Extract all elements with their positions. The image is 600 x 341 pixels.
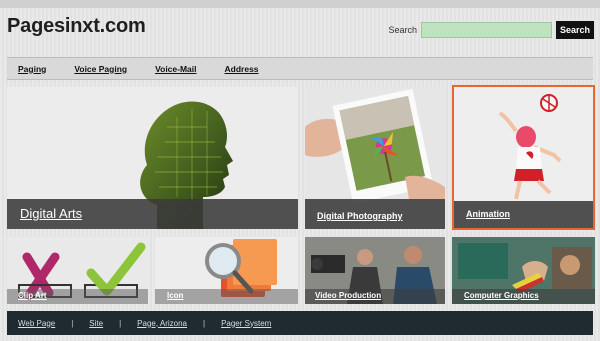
- nav-voice-paging[interactable]: Voice Paging: [74, 64, 127, 74]
- tile-digital-photography-caption[interactable]: Digital Photography: [305, 199, 445, 229]
- top-strip: [0, 0, 600, 8]
- tile-video-production-caption[interactable]: Video Production: [305, 289, 445, 304]
- site-logo[interactable]: Pagesinxt.com: [7, 15, 146, 38]
- tile-computer-graphics[interactable]: Computer Graphics: [452, 237, 595, 304]
- tile-computer-graphics-caption[interactable]: Computer Graphics: [452, 289, 595, 304]
- search-bar: Search Search: [388, 21, 594, 39]
- tile-video-production[interactable]: Video Production: [305, 237, 445, 304]
- tile-digital-photography[interactable]: Digital Photography: [305, 87, 445, 229]
- tile-clip-art-caption[interactable]: Clip Art: [7, 289, 148, 304]
- footer-links: Web Page | Site | Page, Arizona | Pager …: [7, 311, 593, 335]
- footer-link-page-arizona[interactable]: Page, Arizona: [137, 319, 187, 328]
- search-button[interactable]: Search: [556, 21, 594, 39]
- tile-clip-art[interactable]: Clip Art: [7, 237, 148, 304]
- search-input[interactable]: [421, 22, 552, 38]
- nav-paging[interactable]: Paging: [18, 64, 46, 74]
- tile-digital-arts[interactable]: Digital Arts: [7, 87, 298, 229]
- main-nav: Paging Voice Paging Voice-Mail Address: [7, 57, 593, 80]
- nav-address[interactable]: Address: [225, 64, 259, 74]
- nav-voice-mail[interactable]: Voice-Mail: [155, 64, 196, 74]
- tile-icon[interactable]: Icon: [155, 237, 298, 304]
- tile-digital-arts-caption[interactable]: Digital Arts: [7, 199, 298, 229]
- tile-icon-caption[interactable]: Icon: [155, 289, 298, 304]
- footer-link-pager-system[interactable]: Pager System: [221, 319, 271, 328]
- search-label: Search: [388, 25, 417, 35]
- footer-separator: |: [71, 318, 74, 328]
- tile-animation[interactable]: Animation: [452, 85, 595, 230]
- footer-link-site[interactable]: Site: [89, 319, 103, 328]
- tile-animation-caption[interactable]: Animation: [454, 201, 593, 228]
- footer-separator: |: [119, 318, 122, 328]
- footer-link-web-page[interactable]: Web Page: [18, 319, 55, 328]
- footer-separator: |: [202, 318, 206, 328]
